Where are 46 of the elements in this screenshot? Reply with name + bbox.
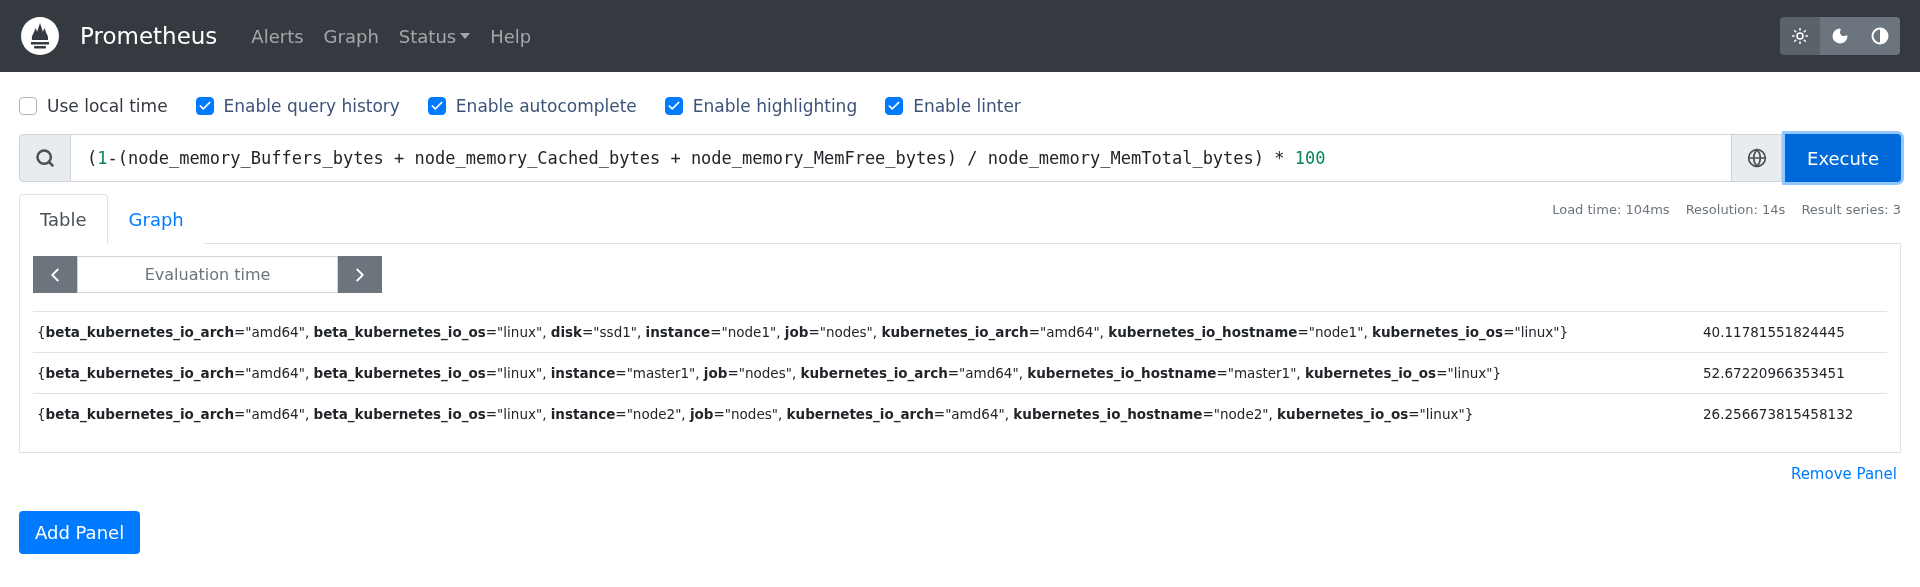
brand-name[interactable]: Prometheus [80,23,218,49]
remove-panel-link[interactable]: Remove Panel [1790,465,1897,483]
query-input[interactable]: (1-(node_memory_Buffers_bytes + node_memory_Cached_bytes + node_memory_MemFree_bytes) / node_memory_MemTotal_bytes) * 100 [71,134,1732,182]
sun-icon [1791,27,1809,45]
evaluation-time-field[interactable]: Evaluation time [77,256,338,293]
moon-icon [1831,27,1849,45]
series-value: 52.67220966353451 [1703,365,1846,381]
nav-link[interactable]: Status [392,25,477,47]
previous-button[interactable] [33,256,77,293]
checkbox[interactable] [19,97,37,115]
tab[interactable]: Table [19,194,108,244]
checkbox-label: Enable autocomplete [455,96,637,116]
series-labels: {beta_kubernetes_io_arch="amd64", beta_kubernetes_io_os="linux", instance="node2", job="nodes", kubernetes_io_arch="amd64", kubernetes_io_hostname="node2", kubernetes_io_os="linux"} [37,406,1475,422]
add-panel-button[interactable]: Add Panel [19,511,141,554]
checkbox[interactable] [885,97,904,115]
nav-link[interactable]: Alerts [245,25,310,47]
theme-button[interactable] [1860,17,1900,55]
check-icon [887,99,902,113]
check-icon [197,99,212,113]
theme-button[interactable] [1780,17,1820,55]
logo-icon [20,16,60,56]
metrics-explorer-button[interactable] [1732,134,1782,182]
search-icon [35,148,55,168]
next-button[interactable] [338,256,382,293]
query-stat: Result series: 3 [1801,202,1901,217]
nav-link[interactable]: Graph [317,25,385,47]
checkbox[interactable] [195,97,214,115]
checkbox-label: Enable query history [223,96,400,116]
execute-button[interactable]: Execute [1785,134,1901,182]
theme-button[interactable] [1820,17,1860,55]
nav-link[interactable]: Help [484,25,538,47]
check-icon [429,99,444,113]
checkbox-label: Enable highlighting [692,96,858,116]
query-stat: Load time: 104ms [1552,202,1670,217]
checkbox-label: Enable linter [913,96,1021,116]
checkbox[interactable] [427,97,446,115]
series-labels: {beta_kubernetes_io_arch="amd64", beta_kubernetes_io_os="linux", disk="ssd1", instance="node1", job="nodes", kubernetes_io_arch="amd64", kubernetes_io_hostname="node1", kubernetes_io_os="linux"} [37,324,1570,340]
checkbox-label: Use local time [47,96,168,116]
contrast-icon [1871,27,1889,45]
check-icon [666,99,681,113]
globe-icon [1746,148,1767,168]
checkbox[interactable] [664,97,683,115]
query-stat: Resolution: 14s [1685,202,1786,217]
series-labels: {beta_kubernetes_io_arch="amd64", beta_kubernetes_io_os="linux", instance="master1", job="nodes", kubernetes_io_arch="amd64", kubernetes_io_hostname="master1", kubernetes_io_os="linux"} [37,365,1503,381]
series-value: 26.256673815458132 [1703,406,1855,422]
series-value: 40.11781551824445 [1703,324,1846,340]
